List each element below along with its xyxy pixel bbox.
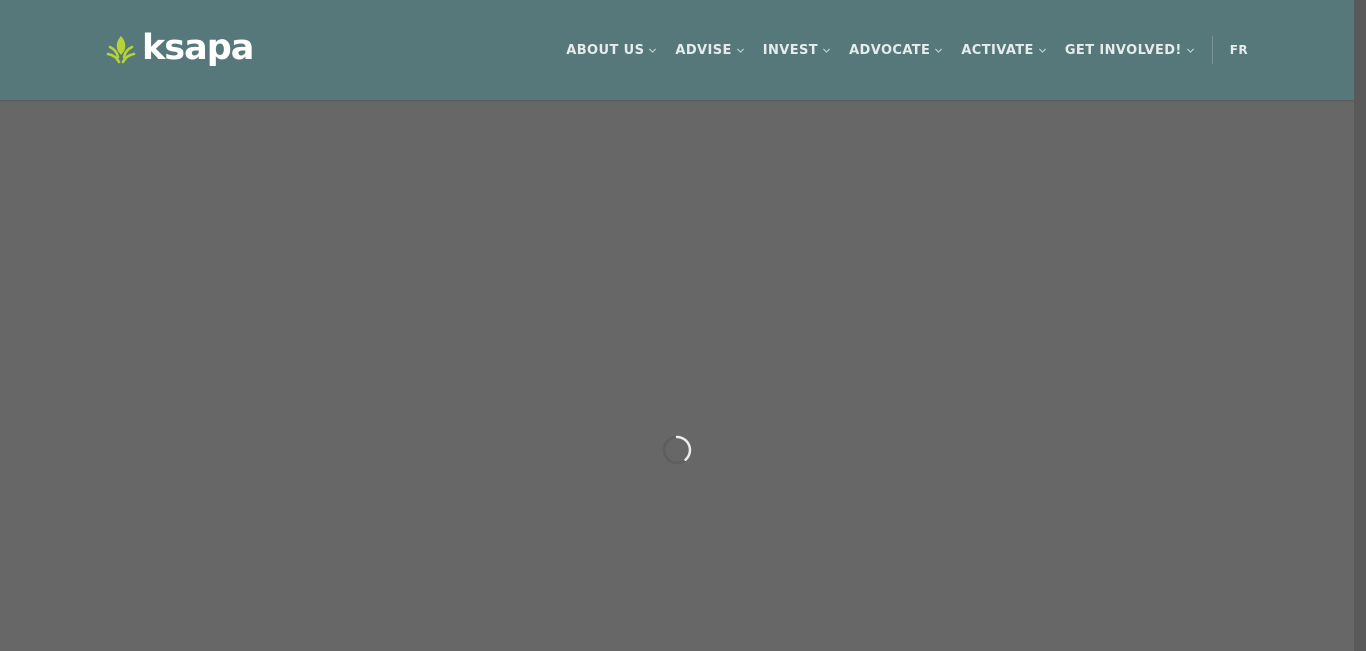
chevron-down-icon [1038,48,1046,53]
nav-item-label: ABOUT US [566,42,645,58]
nav-item-label: ADVISE [675,42,732,58]
chevron-down-icon [935,48,943,53]
nav-item-label: GET INVOLVED! [1064,42,1182,58]
site-logo-link[interactable]: ksapa [106,28,254,70]
chevron-down-icon [823,48,831,53]
site-logo-text: ksapa [142,28,254,68]
nav-divider [1211,36,1213,64]
chevron-down-icon [649,48,657,53]
chevron-down-icon [1186,48,1194,53]
ksapa-leaf-icon [106,35,136,64]
nav-item-label: INVEST [762,42,819,58]
loading-spinner-icon [662,435,692,465]
nav-item-advocate[interactable]: ADVOCATE [849,43,943,58]
chevron-down-icon [736,48,744,53]
language-switch-fr[interactable]: FR [1230,43,1248,57]
nav-item-label: ACTIVATE [961,42,1034,58]
nav-item-activate[interactable]: ACTIVATE [961,43,1047,58]
page-viewport: ksapa ABOUT US ADVISE INVEST ADVOCATE AC… [0,0,1366,651]
nav-item-get-involved[interactable]: GET INVOLVED! [1065,43,1195,58]
page-scrollbar[interactable] [1354,0,1366,651]
site-header: ksapa ABOUT US ADVISE INVEST ADVOCATE AC… [0,0,1354,100]
nav-item-label: ADVOCATE [849,42,931,58]
nav-item-advise[interactable]: ADVISE [675,43,744,58]
main-nav: ABOUT US ADVISE INVEST ADVOCATE ACTIVATE… [566,36,1248,64]
nav-item-invest[interactable]: INVEST [763,43,831,58]
nav-item-about-us[interactable]: ABOUT US [566,43,657,58]
